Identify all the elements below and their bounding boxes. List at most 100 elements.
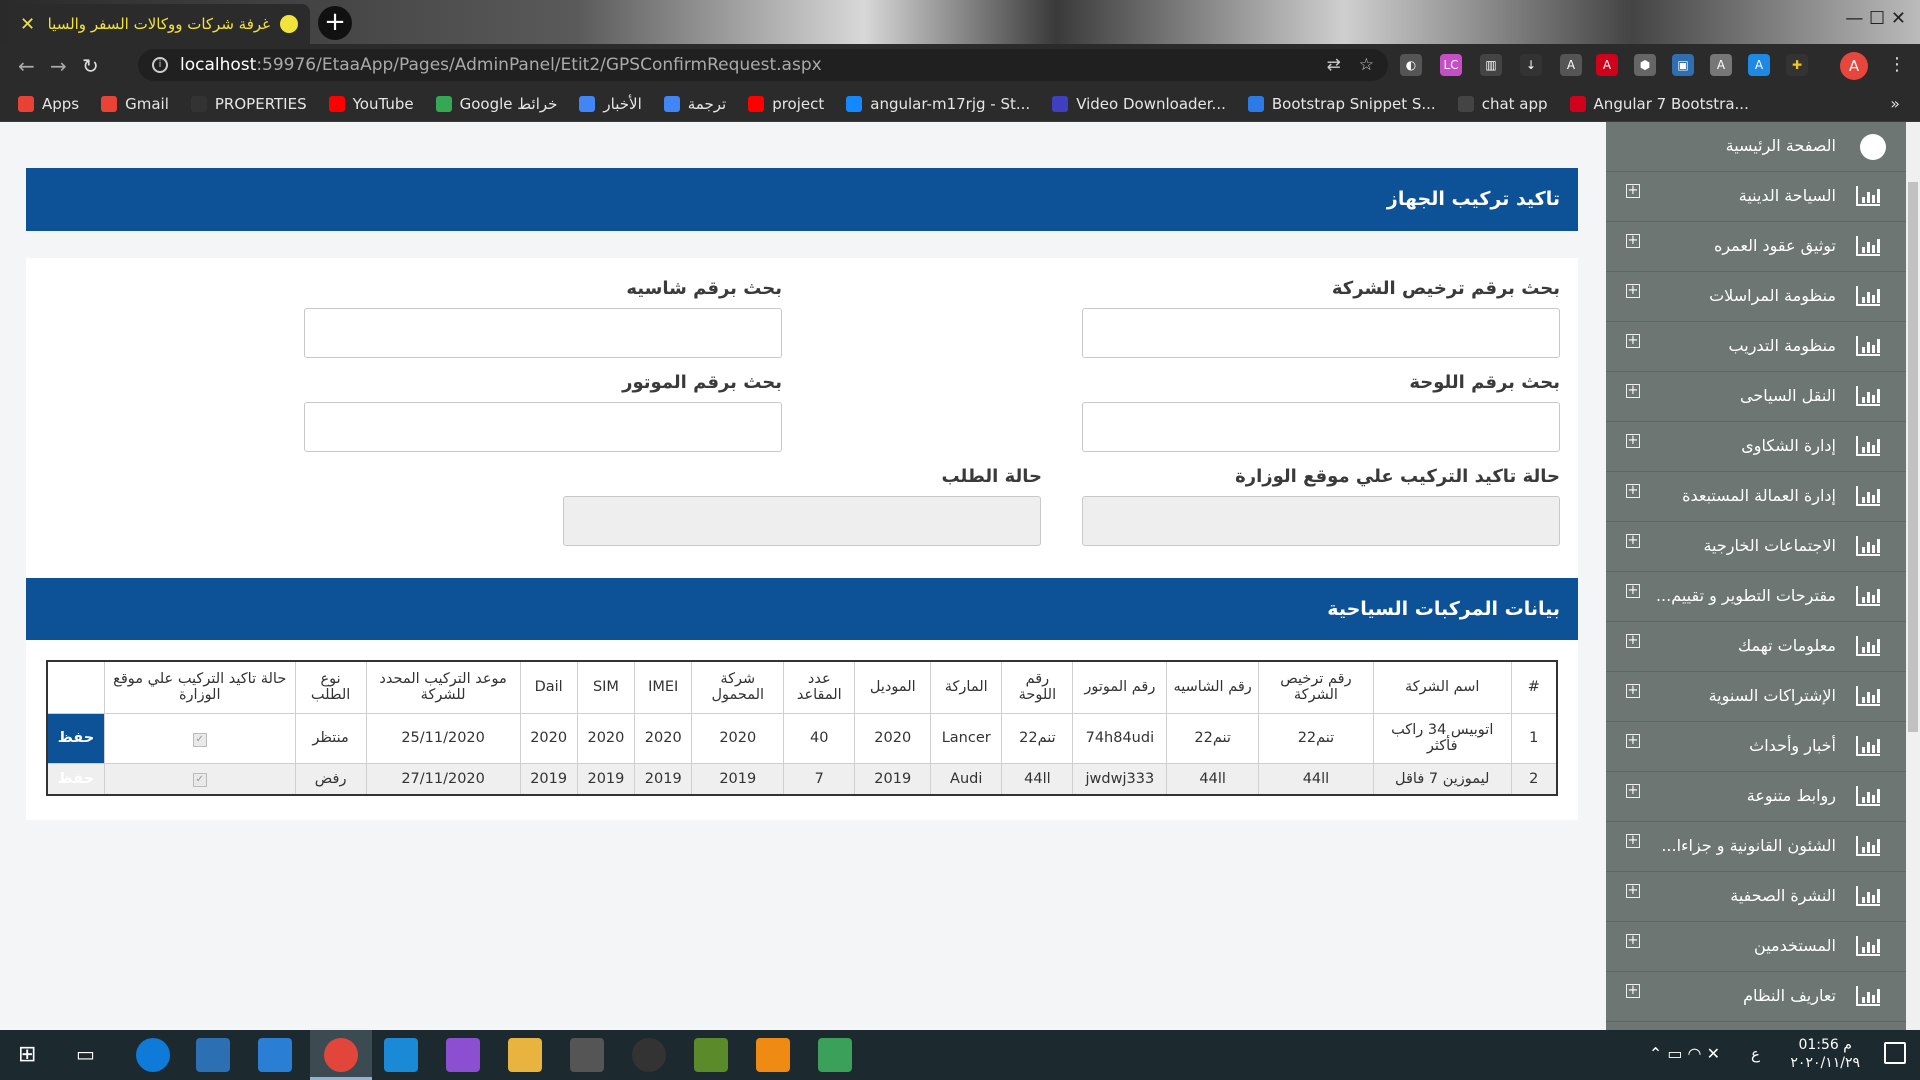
sidebar-item[interactable]: + إدارة العمالة المستبعدة bbox=[1606, 472, 1906, 522]
expand-icon[interactable]: + bbox=[1626, 234, 1640, 248]
sidebar-item[interactable]: + توثيق عقود العمره bbox=[1606, 222, 1906, 272]
expand-icon[interactable]: + bbox=[1626, 184, 1640, 198]
bookmark-item[interactable]: الأخبار bbox=[579, 95, 642, 113]
sidebar-item[interactable]: + السياحة الدينية bbox=[1606, 172, 1906, 222]
forward-icon[interactable]: → bbox=[50, 54, 67, 78]
bookmark-item[interactable]: Video Downloader... bbox=[1052, 95, 1226, 113]
bookmark-star-icon[interactable]: ☆ bbox=[1359, 55, 1374, 75]
new-tab-button[interactable]: + bbox=[318, 6, 352, 40]
extension-a-gray-icon[interactable]: A bbox=[1710, 54, 1732, 76]
task-view-icon[interactable]: ▭ bbox=[76, 1042, 95, 1066]
ministry-status-select[interactable] bbox=[1082, 496, 1560, 546]
save-button[interactable]: حفظ bbox=[46, 712, 105, 764]
sidebar-item[interactable]: + منظومة التدريب bbox=[1606, 322, 1906, 372]
expand-icon[interactable]: + bbox=[1626, 884, 1640, 898]
bookmark-item[interactable]: Bootstrap Snippet S... bbox=[1247, 95, 1436, 113]
browser-tab[interactable]: غرفة شركات ووكالات السفر والسيا ✕ bbox=[8, 4, 310, 44]
game-icon[interactable] bbox=[570, 1038, 604, 1072]
paint-app-icon[interactable] bbox=[818, 1038, 852, 1072]
sidebar-item[interactable]: + تعاريف النظام bbox=[1606, 972, 1906, 1022]
window-controls[interactable]: — ☐ ✕ bbox=[1845, 8, 1906, 29]
store-icon[interactable] bbox=[196, 1038, 230, 1072]
expand-icon[interactable]: + bbox=[1626, 784, 1640, 798]
expand-icon[interactable]: + bbox=[1626, 434, 1640, 448]
sidebar-item[interactable]: + منظومة المراسلات bbox=[1606, 272, 1906, 322]
windows-start-icon[interactable]: ⊞ bbox=[18, 1042, 36, 1067]
motor-search-input[interactable] bbox=[304, 402, 782, 452]
extension-shield-icon[interactable]: ⬢ bbox=[1634, 54, 1656, 76]
system-tray[interactable]: ⌃ ▭ ◠ ✕ bbox=[1649, 1044, 1720, 1063]
profile-avatar[interactable]: A bbox=[1840, 52, 1868, 80]
plate-search-input[interactable] bbox=[1082, 402, 1560, 452]
translate-icon[interactable]: ⇄ bbox=[1327, 55, 1341, 75]
expand-icon[interactable]: + bbox=[1626, 534, 1640, 548]
lambda-app-icon[interactable] bbox=[694, 1038, 728, 1072]
sidebar-item[interactable]: + مقترحات التطوير و تقييم... bbox=[1606, 572, 1906, 622]
chrome-taskbar-button[interactable] bbox=[310, 1030, 372, 1080]
expand-icon[interactable]: + bbox=[1626, 334, 1640, 348]
mail-icon[interactable] bbox=[258, 1038, 292, 1072]
notification-center-icon[interactable] bbox=[1884, 1042, 1906, 1064]
sidebar-item[interactable]: + روابط متنوعة bbox=[1606, 772, 1906, 822]
license-search-input[interactable] bbox=[1082, 308, 1560, 358]
extensions-puzzle-icon[interactable]: ✚ bbox=[1786, 54, 1808, 76]
expand-icon[interactable]: + bbox=[1626, 384, 1640, 398]
bookmark-item[interactable]: chat app bbox=[1457, 95, 1548, 113]
extension-a-blue-icon[interactable]: A bbox=[1748, 54, 1770, 76]
system-clock[interactable]: 01:56 م ٢٠٢٠/١١/٢٩ bbox=[1790, 1036, 1860, 1072]
confirm-checkbox[interactable]: ✓ bbox=[192, 773, 207, 788]
request-status-select[interactable] bbox=[563, 496, 1041, 546]
sidebar-item[interactable]: + إدارة الشكاوى bbox=[1606, 422, 1906, 472]
bookmark-item[interactable]: YouTube bbox=[328, 95, 414, 113]
expand-icon[interactable]: + bbox=[1626, 634, 1640, 648]
visual-studio-icon[interactable] bbox=[446, 1038, 480, 1072]
bookmark-item[interactable]: Apps bbox=[18, 95, 79, 113]
sidebar-item[interactable]: + الشئون القانونية و جزاءا... bbox=[1606, 822, 1906, 872]
sidebar-item[interactable]: + الاجتماعات الخارجية bbox=[1606, 522, 1906, 572]
menu-kebab-icon[interactable]: ⋮ bbox=[1888, 54, 1906, 75]
sidebar-item[interactable]: الصفحة الرئيسية bbox=[1606, 122, 1906, 172]
expand-icon[interactable]: + bbox=[1626, 934, 1640, 948]
extension-moon-icon[interactable]: ◐ bbox=[1400, 54, 1422, 76]
chassis-search-input[interactable] bbox=[304, 308, 782, 358]
scrollbar-thumb[interactable] bbox=[1908, 182, 1918, 732]
bookmarks-overflow-icon[interactable]: » bbox=[1890, 94, 1900, 113]
sidebar-item[interactable]: + أخبار وأحداث bbox=[1606, 722, 1906, 772]
sidebar-item[interactable]: + الإشتراكات السنوية bbox=[1606, 672, 1906, 722]
bookmark-item[interactable]: angular-m17rjg - St... bbox=[846, 95, 1030, 113]
download-icon[interactable]: ↓ bbox=[1520, 54, 1542, 76]
sidebar-item[interactable]: + المستخدمين bbox=[1606, 922, 1906, 972]
extension-angular-icon[interactable]: A bbox=[1560, 54, 1582, 76]
bookmark-item[interactable]: PROPERTIES bbox=[190, 95, 307, 113]
expand-icon[interactable]: + bbox=[1626, 734, 1640, 748]
save-button[interactable]: حفظ bbox=[46, 762, 105, 796]
back-icon[interactable]: ← bbox=[18, 54, 35, 78]
page-scrollbar[interactable] bbox=[1906, 122, 1920, 1030]
tab-close-icon[interactable]: ✕ bbox=[20, 14, 35, 35]
bookmark-item[interactable]: Angular 7 Bootstra... bbox=[1569, 95, 1749, 113]
file-explorer-icon[interactable] bbox=[508, 1038, 542, 1072]
expand-icon[interactable]: + bbox=[1626, 584, 1640, 598]
address-bar[interactable]: i localhost :59976/EtaaApp/Pages/AdminPa… bbox=[138, 49, 1388, 81]
expand-icon[interactable]: + bbox=[1626, 484, 1640, 498]
expand-icon[interactable]: + bbox=[1626, 684, 1640, 698]
vlc-icon[interactable] bbox=[756, 1038, 790, 1072]
bookmark-item[interactable]: ترجمة bbox=[663, 95, 726, 113]
confirm-checkbox[interactable]: ✓ bbox=[192, 732, 207, 747]
bookmark-item[interactable]: project bbox=[748, 95, 824, 113]
input-language[interactable]: ع bbox=[1751, 1045, 1760, 1063]
sublime-icon[interactable] bbox=[632, 1038, 666, 1072]
sidebar-item[interactable]: + النشرة الصحفية bbox=[1606, 872, 1906, 922]
extension-angular-red-icon[interactable]: A bbox=[1596, 54, 1618, 76]
vscode-icon[interactable] bbox=[384, 1038, 418, 1072]
expand-icon[interactable]: + bbox=[1626, 284, 1640, 298]
edge-icon[interactable] bbox=[136, 1038, 170, 1072]
sidebar-item[interactable]: + معلومات تهمك bbox=[1606, 622, 1906, 672]
bookmark-item[interactable]: Google خرائط bbox=[435, 95, 557, 113]
expand-icon[interactable]: + bbox=[1626, 984, 1640, 998]
reload-icon[interactable]: ↻ bbox=[82, 54, 99, 78]
site-info-icon[interactable]: i bbox=[152, 57, 168, 73]
extension-grid-icon[interactable]: ▥ bbox=[1480, 54, 1502, 76]
expand-icon[interactable]: + bbox=[1626, 834, 1640, 848]
bookmark-item[interactable]: Gmail bbox=[101, 95, 169, 113]
